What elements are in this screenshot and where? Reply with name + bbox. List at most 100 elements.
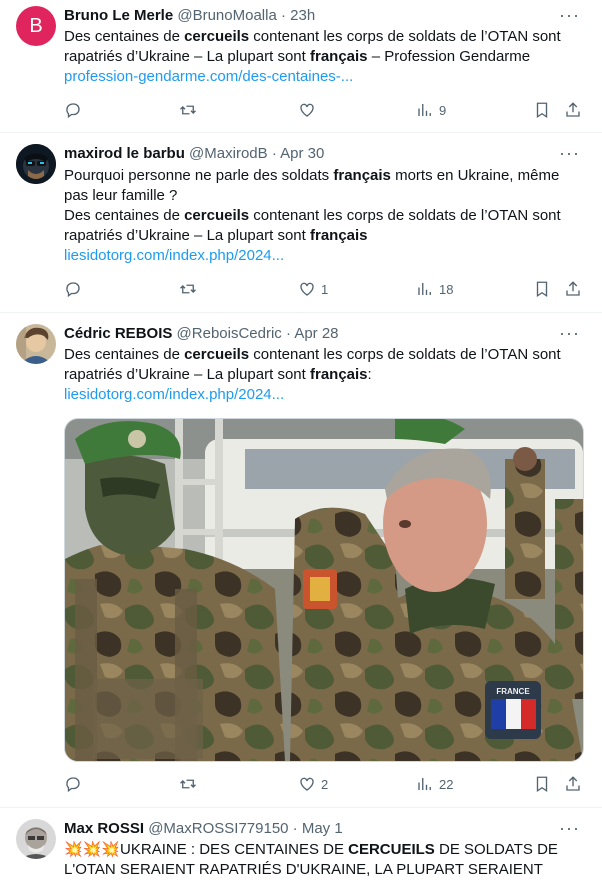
avatar[interactable] <box>16 819 56 859</box>
avatar[interactable] <box>16 324 56 364</box>
bookmark-button[interactable] <box>533 278 551 300</box>
text-segment: Pourquoi personne ne parle des soldats <box>64 167 334 184</box>
timestamp[interactable]: · 23h <box>281 7 315 24</box>
avatar[interactable] <box>16 144 56 184</box>
text-segment: pas leur famille ? <box>64 187 178 204</box>
display-name[interactable]: Bruno Le Merle <box>64 7 173 24</box>
text-segment: contenant les corps de soldats de l’OTAN… <box>249 346 561 363</box>
text-bold: CERCUEILS <box>348 841 435 858</box>
tweet-text: Pourquoi personne ne parle des soldats f… <box>64 166 584 266</box>
text-bold: français <box>333 167 391 184</box>
text-segment: contenant les corps de soldats de l’OTAN… <box>249 207 561 224</box>
views-button[interactable]: 22 <box>416 773 453 795</box>
tweet-cedric[interactable]: Cédric REBOIS @ReboisCedric · Apr 28 ···… <box>0 312 602 808</box>
text-segment: contenant les corps de soldats de l’OTAN… <box>249 28 561 45</box>
tweet-link[interactable]: liesidotorg.com/index.php/2024... <box>64 247 284 264</box>
share-button[interactable] <box>564 773 582 795</box>
handle[interactable]: @ReboisCedric <box>177 325 282 342</box>
text-segment: Des centaines de <box>64 207 185 224</box>
more-options-icon[interactable]: ··· <box>559 324 580 342</box>
views-count: 18 <box>439 281 454 297</box>
avatar-image <box>16 324 56 364</box>
text-segment: UKRAINE : DES CENTAINES DE <box>120 841 349 858</box>
display-name[interactable]: maxirod le barbu <box>64 145 185 162</box>
bookmark-button[interactable] <box>533 99 551 121</box>
retweet-button[interactable] <box>179 99 197 121</box>
text-bold: cercueils <box>184 207 250 224</box>
reply-button[interactable] <box>64 99 82 121</box>
display-name[interactable]: Max ROSSI <box>64 820 144 837</box>
like-button[interactable] <box>298 99 316 121</box>
tweet-header: Bruno Le Merle @BrunoMoalla · 23h <box>64 6 315 26</box>
tweet-header: Cédric REBOIS @ReboisCedric · Apr 28 <box>64 324 339 344</box>
bookmark-icon <box>536 776 548 793</box>
text-segment: rapatriés d’Ukraine – La plupart sont <box>64 366 310 383</box>
text-segment: L'OTAN SERAIENT RAPATRIÉS D'UKRAINE, LA … <box>64 861 543 878</box>
bookmark-icon <box>536 281 548 298</box>
share-icon <box>566 281 580 296</box>
tweet-max-rossi[interactable]: Max ROSSI @MaxROSSI779150 · May 1 ··· 💥💥… <box>0 807 602 881</box>
like-icon <box>300 103 314 117</box>
reply-icon <box>66 103 80 119</box>
retweet-button[interactable] <box>179 278 197 300</box>
text-segment: – Profession Gendarme <box>367 48 531 65</box>
timestamp[interactable]: · Apr 30 <box>272 145 325 162</box>
action-bar: 9 <box>64 99 584 121</box>
share-button[interactable] <box>564 278 582 300</box>
emoji: 💥💥💥 <box>64 841 121 858</box>
like-button[interactable]: 2 <box>298 773 328 795</box>
tweet-header: maxirod le barbu @MaxirodB · Apr 30 <box>64 144 324 164</box>
more-options-icon[interactable]: ··· <box>559 819 580 837</box>
timestamp[interactable]: · May 1 <box>293 820 343 837</box>
text-segment: rapatriés d’Ukraine – La plupart sont <box>64 227 310 244</box>
more-options-icon[interactable]: ··· <box>559 144 580 162</box>
tweet-maxirod[interactable]: maxirod le barbu @MaxirodB · Apr 30 ··· … <box>0 132 602 313</box>
handle[interactable]: @MaxirodB <box>189 145 268 162</box>
avatar-image <box>16 819 56 859</box>
retweet-icon <box>180 284 196 294</box>
text-segment: Des centaines de <box>64 346 185 363</box>
retweet-icon <box>180 105 196 115</box>
text-bold: français <box>309 48 368 65</box>
bookmark-button[interactable] <box>533 773 551 795</box>
share-icon <box>566 102 580 117</box>
soldiers-photo: FRANCE <box>65 419 583 761</box>
text-bold: français <box>309 366 368 383</box>
views-count: 22 <box>439 776 454 792</box>
views-icon <box>418 104 431 116</box>
views-button[interactable]: 18 <box>416 278 453 300</box>
share-button[interactable] <box>564 99 582 121</box>
tweet-link[interactable]: profession-gendarme.com/des-centaines-..… <box>64 68 353 85</box>
views-button[interactable]: 9 <box>416 99 446 121</box>
views-icon <box>418 283 431 295</box>
handle[interactable]: @MaxROSSI779150 <box>148 820 288 837</box>
display-name[interactable]: Cédric REBOIS <box>64 325 172 342</box>
retweet-icon <box>180 779 196 789</box>
reply-button[interactable] <box>64 278 82 300</box>
reply-button[interactable] <box>64 773 82 795</box>
text-bold: cercueils <box>184 28 250 45</box>
avatar-letter: B <box>29 14 43 37</box>
timestamp[interactable]: · Apr 28 <box>286 325 339 342</box>
text-bold: cercueils <box>184 346 250 363</box>
tweet-bruno[interactable]: B Bruno Le Merle @BrunoMoalla · 23h ··· … <box>0 0 602 133</box>
avatar[interactable]: B <box>16 6 56 46</box>
reply-icon <box>66 282 80 298</box>
like-count: 2 <box>321 776 329 792</box>
action-bar: 2 22 <box>64 773 584 795</box>
text-segment: rapatriés d’Ukraine – La plupart sont <box>64 48 310 65</box>
tweet-text: Des centaines de cercueils contenant les… <box>64 27 584 87</box>
like-icon <box>300 282 314 296</box>
like-button[interactable]: 1 <box>298 278 328 300</box>
tweet-link[interactable]: liesidotorg.com/index.php/2024... <box>64 386 284 403</box>
tweet-photo[interactable]: FRANCE <box>64 418 584 762</box>
text-segment: : <box>367 366 372 383</box>
retweet-button[interactable] <box>179 773 197 795</box>
patch-label: FRANCE <box>496 687 530 696</box>
avatar-image <box>16 144 56 184</box>
like-icon <box>300 777 314 791</box>
tweet-text: 💥💥💥UKRAINE : DES CENTAINES DE CERCUEILS … <box>64 840 584 880</box>
handle[interactable]: @BrunoMoalla <box>177 7 276 24</box>
more-options-icon[interactable]: ··· <box>559 6 580 24</box>
text-segment: DE SOLDATS DE <box>434 841 558 858</box>
